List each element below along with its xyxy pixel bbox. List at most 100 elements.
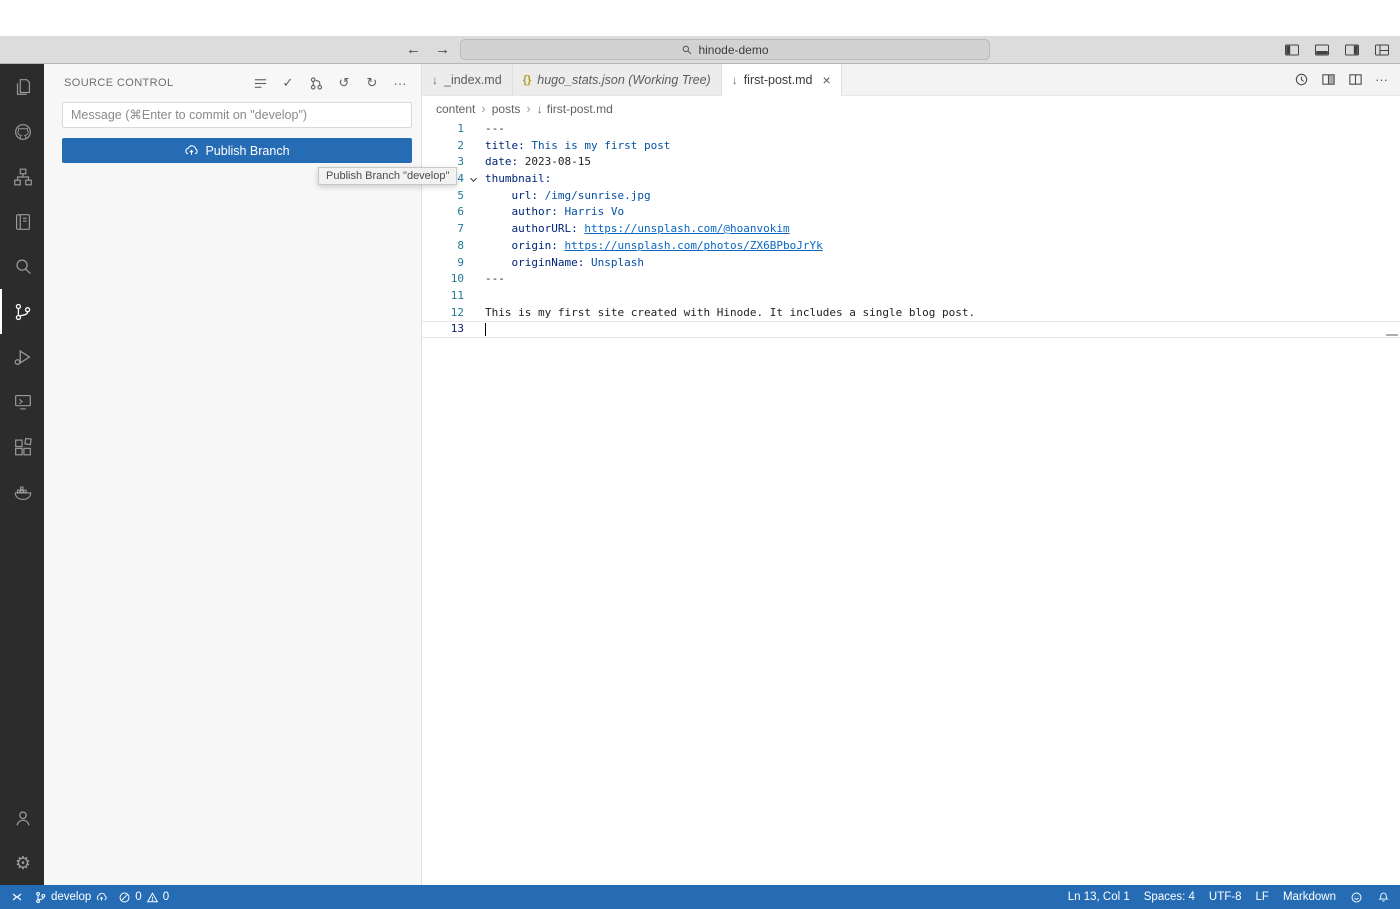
markdown-file-icon: ↓ bbox=[432, 72, 438, 87]
fold-gutter bbox=[464, 154, 483, 171]
source-control-icon[interactable] bbox=[0, 289, 44, 334]
pull-request-icon[interactable] bbox=[307, 74, 325, 92]
search-icon[interactable] bbox=[0, 244, 44, 289]
code-line[interactable]: 1 --- bbox=[422, 121, 1400, 138]
toggle-sidebar-right-icon[interactable] bbox=[1344, 42, 1360, 58]
commit-check-icon[interactable]: ✓ bbox=[279, 74, 297, 92]
publish-branch-button[interactable]: Publish Branch bbox=[62, 138, 412, 163]
fold-chevron-icon[interactable] bbox=[464, 171, 483, 188]
run-debug-icon[interactable] bbox=[0, 334, 44, 379]
more-actions-icon[interactable]: ··· bbox=[391, 74, 409, 92]
fold-gutter bbox=[464, 271, 483, 288]
line-number: 9 bbox=[457, 255, 464, 269]
search-value: hinode-demo bbox=[698, 42, 769, 57]
breadcrumb-file[interactable]: ↓ first-post.md bbox=[537, 102, 613, 116]
vscode-window: ← → hinode-demo ⚙ SOURCE CONTROL ✓ ↺ ↻ ·… bbox=[0, 0, 1400, 909]
extensions-icon[interactable] bbox=[0, 424, 44, 469]
code-editor[interactable]: 1 --- 2 title: This is my first post 3 date: … bbox=[422, 121, 1400, 885]
editor-group: ↓ _index.md {} hugo_stats.json (Working … bbox=[422, 64, 1400, 885]
accounts-icon[interactable] bbox=[0, 795, 44, 840]
settings-gear-icon[interactable]: ⚙ bbox=[0, 840, 44, 885]
line-number: 5 bbox=[457, 188, 464, 202]
tab-close-icon[interactable]: × bbox=[822, 72, 830, 88]
line-number: 7 bbox=[457, 222, 464, 236]
tab-hugo-stats-json[interactable]: {} hugo_stats.json (Working Tree) bbox=[512, 64, 722, 95]
tab-label: first-post.md bbox=[743, 73, 813, 87]
code-line[interactable]: 12 This is my first site created with Hin… bbox=[422, 305, 1400, 322]
fold-gutter bbox=[464, 238, 483, 255]
top-strip bbox=[0, 0, 1400, 36]
remote-indicator-icon[interactable] bbox=[10, 890, 24, 904]
layout-controls bbox=[1284, 36, 1390, 63]
feedback-icon[interactable] bbox=[1350, 891, 1363, 904]
line-content bbox=[483, 288, 485, 305]
overview-ruler-cursor-mark bbox=[1386, 334, 1398, 336]
code-line[interactable]: 11 bbox=[422, 288, 1400, 305]
hierarchy-icon[interactable] bbox=[0, 154, 44, 199]
history-icon[interactable]: ↺ bbox=[335, 74, 353, 92]
timeline-history-icon[interactable] bbox=[1294, 72, 1309, 87]
publish-cloud-icon bbox=[95, 891, 108, 904]
indentation-status[interactable]: Spaces: 4 bbox=[1144, 891, 1195, 903]
line-content: title: This is my first post bbox=[485, 138, 671, 152]
book-icon[interactable] bbox=[0, 199, 44, 244]
encoding-status[interactable]: UTF-8 bbox=[1209, 891, 1242, 903]
toggle-panel-icon[interactable] bbox=[1314, 42, 1330, 58]
line-content: date: 2023-08-15 bbox=[485, 155, 591, 169]
code-line[interactable]: 5 url: /img/sunrise.jpg bbox=[422, 188, 1400, 205]
refresh-icon[interactable]: ↻ bbox=[363, 74, 381, 92]
code-line[interactable]: 13 bbox=[422, 321, 1400, 338]
github-icon[interactable] bbox=[0, 109, 44, 154]
branch-status[interactable]: develop bbox=[34, 891, 108, 904]
fold-gutter bbox=[464, 321, 483, 338]
warning-count: 0 bbox=[162, 891, 170, 903]
breadcrumb-content[interactable]: content bbox=[436, 102, 475, 116]
tab-index-md[interactable]: ↓ _index.md bbox=[422, 64, 513, 95]
line-number: 13 bbox=[450, 322, 464, 336]
open-changes-icon[interactable] bbox=[1321, 72, 1336, 87]
line-content: origin: https://unsplash.com/photos/ZX6B… bbox=[511, 238, 823, 252]
status-right: Ln 13, Col 1 Spaces: 4 UTF-8 LF Markdown bbox=[1068, 891, 1390, 904]
publish-branch-label: Publish Branch bbox=[205, 143, 290, 158]
notifications-bell-icon[interactable] bbox=[1377, 891, 1390, 904]
code-line[interactable]: 9 originName: Unsplash bbox=[422, 255, 1400, 272]
remote-explorer-icon[interactable] bbox=[0, 379, 44, 424]
back-icon[interactable]: ← bbox=[406, 41, 421, 58]
code-line[interactable]: 7 authorURL: https://unsplash.com/@hoanv… bbox=[422, 221, 1400, 238]
tab-first-post-md[interactable]: ↓ first-post.md × bbox=[721, 64, 842, 96]
line-number: 10 bbox=[450, 272, 464, 286]
code-lines: 1 --- 2 title: This is my first post 3 date: … bbox=[422, 121, 1400, 338]
branch-name: develop bbox=[51, 891, 92, 903]
fold-gutter bbox=[464, 221, 483, 238]
search-icon bbox=[681, 44, 693, 56]
status-bar: develop 0 0 Ln 13, Col 1 Spaces: 4 UTF-8… bbox=[0, 885, 1400, 909]
text-cursor bbox=[485, 322, 486, 336]
command-center-search[interactable]: hinode-demo bbox=[460, 39, 990, 60]
breadcrumb-posts[interactable]: posts bbox=[492, 102, 521, 116]
json-file-icon: {} bbox=[522, 73, 532, 86]
code-line[interactable]: 10 --- bbox=[422, 271, 1400, 288]
line-content: This is my first site created with Hinod… bbox=[485, 305, 976, 319]
code-line[interactable]: 4 thumbnail: bbox=[422, 171, 1400, 188]
more-actions-icon[interactable]: ··· bbox=[1375, 72, 1388, 87]
error-icon bbox=[118, 891, 131, 904]
problems-status[interactable]: 0 0 bbox=[118, 891, 169, 904]
toggle-sidebar-left-icon[interactable] bbox=[1284, 42, 1300, 58]
code-line[interactable]: 6 author: Harris Vo bbox=[422, 204, 1400, 221]
forward-icon[interactable]: → bbox=[435, 41, 450, 58]
code-line[interactable]: 8 origin: https://unsplash.com/photos/ZX… bbox=[422, 238, 1400, 255]
explorer-icon[interactable] bbox=[0, 64, 44, 109]
line-number: 2 bbox=[457, 138, 464, 152]
line-content bbox=[483, 321, 486, 338]
eol-status[interactable]: LF bbox=[1256, 891, 1269, 903]
code-line[interactable]: 3 date: 2023-08-15 bbox=[422, 154, 1400, 171]
cursor-position-status[interactable]: Ln 13, Col 1 bbox=[1068, 891, 1130, 903]
split-editor-icon[interactable] bbox=[1348, 72, 1363, 87]
language-mode-status[interactable]: Markdown bbox=[1283, 891, 1336, 903]
view-as-list-icon[interactable] bbox=[251, 74, 269, 92]
docker-icon[interactable] bbox=[0, 469, 44, 514]
commit-message-input[interactable] bbox=[62, 102, 412, 128]
customize-layout-icon[interactable] bbox=[1374, 42, 1390, 58]
code-line[interactable]: 2 title: This is my first post bbox=[422, 138, 1400, 155]
chevron-right-icon: › bbox=[526, 101, 531, 116]
